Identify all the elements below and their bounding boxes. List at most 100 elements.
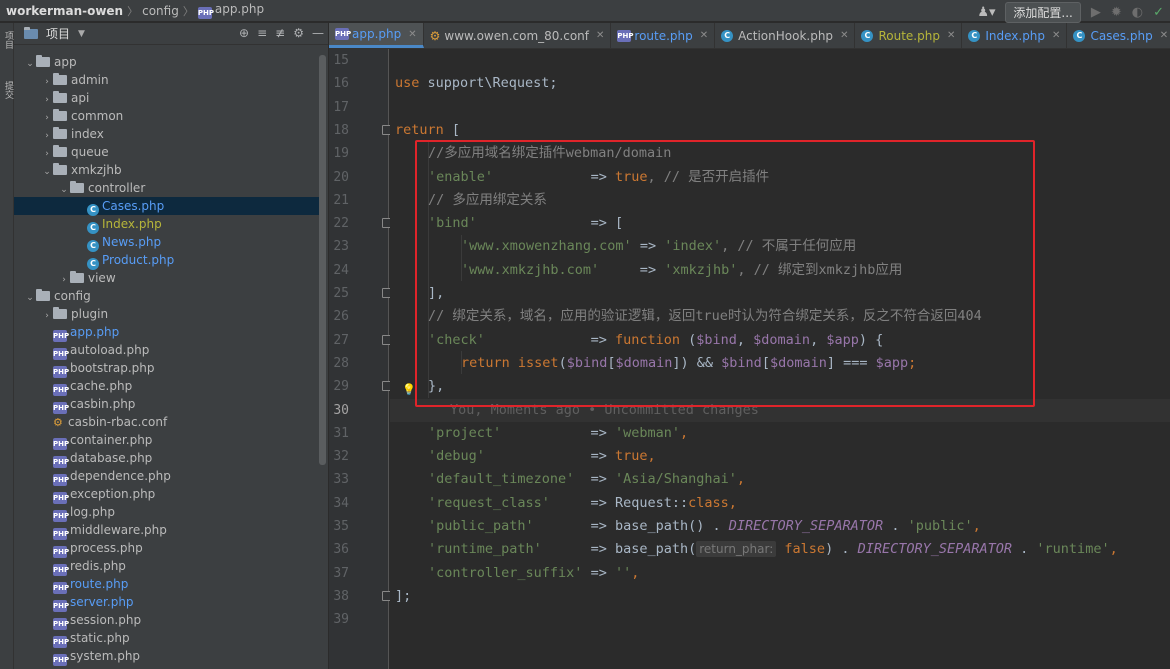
collapse-all-icon[interactable]: ≢	[275, 26, 285, 40]
tree-item[interactable]: PHPlog.php	[14, 503, 319, 522]
tree-item-label: api	[71, 91, 90, 105]
folder-icon	[53, 307, 67, 319]
close-icon[interactable]: ✕	[1160, 30, 1168, 41]
folder-icon	[53, 109, 67, 121]
tree-item[interactable]: › admin	[14, 71, 319, 89]
commit-tool-tab[interactable]: 提交	[1, 81, 13, 99]
tree-item[interactable]: PHPcontainer.php	[14, 431, 319, 450]
folder-icon	[70, 271, 84, 283]
tree-item[interactable]: › queue	[14, 143, 319, 161]
line-number: 19	[333, 146, 349, 162]
tree-item[interactable]: › view	[14, 269, 319, 287]
project-tree-scrollbar[interactable]	[319, 55, 326, 465]
editor-tab[interactable]: ⚙ www.owen.com_80.conf ✕	[424, 23, 612, 48]
editor-tabs: PHP app.php ✕ ⚙ www.owen.com_80.conf ✕ PHP rout…	[329, 23, 1170, 49]
code-line-30-blame: You, Moments ago • Uncommitted changes	[450, 401, 759, 418]
tree-item[interactable]: › api	[14, 89, 319, 107]
close-icon[interactable]: ✕	[947, 30, 955, 41]
coverage-icon[interactable]: ◐	[1132, 5, 1143, 20]
tab-label: www.owen.com_80.conf	[444, 28, 590, 43]
breadcrumb-file[interactable]: PHPapp.php	[194, 2, 268, 19]
tree-item-label: view	[88, 271, 116, 285]
code-editor[interactable]: use support\Request; return [ //多应用域名绑定插…	[390, 49, 1170, 669]
tree-item[interactable]: PHPmiddleware.php	[14, 521, 319, 540]
editor-tab[interactable]: C Index.php ✕	[962, 23, 1068, 48]
tree-item[interactable]: PHProute.php	[14, 575, 319, 594]
tree-item[interactable]: PHPstatic.php	[14, 629, 319, 648]
close-icon[interactable]: ✕	[840, 30, 848, 41]
tree-item[interactable]: ⚙ casbin-rbac.conf	[14, 413, 319, 431]
tree-item[interactable]: C Index.php	[14, 215, 319, 234]
editor-tab[interactable]: PHP route.php ✕	[611, 23, 716, 48]
close-icon[interactable]: ✕	[1052, 30, 1060, 41]
line-number: 22	[333, 216, 349, 232]
tree-item[interactable]: PHPdependence.php	[14, 467, 319, 486]
tree-item[interactable]: PHPapp.php	[14, 323, 319, 342]
tree-item[interactable]: PHPautoload.php	[14, 341, 319, 360]
debug-icon[interactable]: ✹	[1111, 5, 1122, 20]
tree-item[interactable]: › index	[14, 125, 319, 143]
vcs-update-icon[interactable]: ✓	[1153, 5, 1164, 20]
hide-panel-icon[interactable]: —	[312, 26, 324, 40]
close-icon[interactable]: ✕	[408, 29, 416, 40]
line-number: 33	[333, 472, 349, 488]
run-icon[interactable]: ▶	[1091, 5, 1101, 20]
tree-item[interactable]: › plugin	[14, 305, 319, 323]
close-icon[interactable]: ✕	[596, 30, 604, 41]
tree-item[interactable]: PHPexception.php	[14, 485, 319, 504]
navigation-bar: workerman-owen 〉 config 〉 PHPapp.php ♟▾ …	[0, 0, 1170, 23]
editor-tab[interactable]: PHP app.php ✕	[329, 23, 424, 48]
breadcrumb-folder[interactable]: config	[138, 4, 183, 18]
add-configuration-button[interactable]: 添加配置...	[1005, 2, 1081, 23]
tree-item-label: dependence.php	[70, 469, 171, 483]
tree-item[interactable]: PHPprocess.php	[14, 539, 319, 558]
tree-item[interactable]: ⌄ config	[14, 287, 319, 305]
editor-tab[interactable]: C Route.php ✕	[855, 23, 963, 48]
tree-item-label: Index.php	[102, 217, 162, 231]
tree-item[interactable]: PHPserver.php	[14, 593, 319, 612]
tree-item[interactable]: PHPsystem.php	[14, 647, 319, 666]
tree-item-label: static.php	[70, 631, 130, 645]
user-icon[interactable]: ♟▾	[977, 5, 995, 21]
project-view-icon	[24, 26, 38, 39]
tree-item-label: queue	[71, 145, 109, 159]
tree-item[interactable]: ⌄ app	[14, 53, 319, 71]
close-icon[interactable]: ✕	[700, 30, 708, 41]
code-line-38: ];	[395, 587, 412, 604]
class-icon: C	[968, 29, 981, 42]
folder-icon	[36, 289, 50, 301]
tree-item[interactable]: C Product.php	[14, 251, 319, 270]
class-icon: C	[1073, 29, 1086, 42]
tree-item[interactable]: ⌄ controller	[14, 179, 319, 197]
tree-item[interactable]: PHPsession.php	[14, 611, 319, 630]
lightbulb-icon[interactable]: 💡	[402, 383, 416, 396]
settings-gear-icon[interactable]: ⚙	[293, 26, 304, 40]
tree-item-label: log.php	[70, 505, 115, 519]
expand-all-icon[interactable]: ≡	[257, 26, 267, 40]
project-tree: ⌄ app › admin › api › common › index › queue ⌄ xmkzjh…	[14, 53, 319, 666]
tree-item-label: process.php	[70, 541, 143, 555]
editor-tab[interactable]: C ActionHook.php ✕	[715, 23, 856, 48]
tree-item-label: config	[54, 289, 91, 303]
tree-item[interactable]: PHPcasbin.php	[14, 395, 319, 414]
tree-item[interactable]: ⌄ xmkzjhb	[14, 161, 319, 179]
editor-tab[interactable]: C Cases.php ✕	[1067, 23, 1170, 48]
project-panel-title[interactable]: 项目	[46, 25, 70, 42]
tree-item-label: Cases.php	[102, 199, 165, 213]
tree-item[interactable]: C Cases.php	[14, 197, 319, 216]
code-line-32: 'debug' => true,	[428, 448, 656, 465]
locate-file-icon[interactable]: ⊕	[239, 26, 249, 40]
tree-item[interactable]: › common	[14, 107, 319, 125]
project-tool-tab[interactable]: 项目	[1, 31, 13, 49]
tree-item[interactable]: PHPcache.php	[14, 377, 319, 396]
breadcrumb-project[interactable]: workerman-owen	[0, 4, 127, 18]
tree-item[interactable]: PHPbootstrap.php	[14, 359, 319, 378]
chevron-down-icon[interactable]: ▼	[78, 29, 85, 39]
tree-item-label: News.php	[102, 235, 162, 249]
tree-item[interactable]: PHPredis.php	[14, 557, 319, 576]
tab-label: Route.php	[878, 28, 940, 43]
tree-item[interactable]: PHPdatabase.php	[14, 449, 319, 468]
line-number: 21	[333, 192, 349, 208]
folder-icon	[53, 163, 67, 175]
tree-item[interactable]: C News.php	[14, 233, 319, 252]
